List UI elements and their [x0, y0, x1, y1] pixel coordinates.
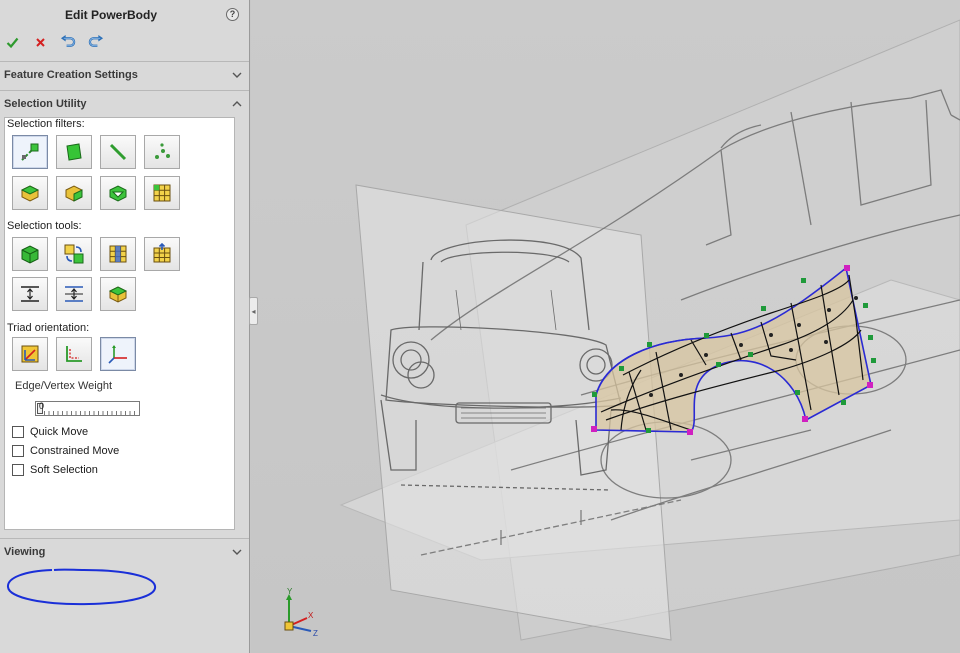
selection-tools-label: Selection tools: — [7, 220, 82, 232]
triad-x-label: X — [308, 611, 314, 620]
panel-title: Edit PowerBody — [64, 8, 157, 22]
annotation-ellipse — [7, 568, 157, 606]
slider-ticks — [44, 411, 138, 415]
quick-move-checkbox[interactable] — [12, 425, 24, 438]
section-selection-utility[interactable]: Selection Utility — [0, 93, 249, 115]
body-bottom-filter-icon — [109, 185, 127, 202]
face-filter-icon — [66, 143, 82, 161]
filter-face-button[interactable] — [56, 135, 92, 169]
x-icon — [35, 37, 45, 47]
action-toolbar — [4, 32, 104, 52]
separator — [0, 90, 249, 91]
section-label: Selection Utility — [4, 98, 87, 110]
select-all-button[interactable] — [12, 237, 48, 271]
graphics-viewport[interactable]: Y X Z — [251, 0, 960, 653]
grow-selection-button[interactable] — [56, 237, 92, 271]
body-top-filter-icon — [20, 185, 40, 202]
select-row-button[interactable] — [144, 237, 180, 271]
grid-filter-icon — [153, 184, 171, 202]
property-manager-panel: Edit PowerBody ? Feature Creation Settin… — [0, 0, 250, 653]
selection-utility-content: Selection filters: Selection tools: Tria… — [4, 117, 235, 530]
triad-global-button[interactable] — [12, 337, 48, 371]
triad-local-icon — [66, 346, 82, 362]
invert-selection-button[interactable] — [100, 277, 136, 311]
grid-column-icon — [109, 245, 127, 263]
undo-icon — [60, 34, 76, 47]
selection-filters-label: Selection filters: — [7, 118, 85, 130]
section-viewing[interactable]: Viewing — [0, 541, 249, 563]
edge-vertex-filter-icon — [21, 143, 39, 161]
triad-view-icon — [108, 345, 127, 364]
quick-move-label: Quick Move — [30, 425, 89, 438]
edge-vertex-weight-slider[interactable]: 0 — [35, 401, 140, 416]
triad-y-label: Y — [287, 587, 293, 596]
body-invert-icon — [108, 286, 128, 303]
view-triad: Y X Z — [284, 587, 318, 638]
chevron-down-icon — [231, 64, 243, 86]
grid-row-icon — [153, 243, 171, 263]
filter-edge-button[interactable] — [100, 135, 136, 169]
separator — [0, 61, 249, 62]
help-icon[interactable]: ? — [226, 8, 239, 21]
filter-body-top-button[interactable] — [12, 176, 48, 210]
grid-arrows-icon — [64, 244, 84, 264]
expand-selection-button[interactable] — [56, 277, 92, 311]
panel-splitter-handle[interactable]: ◂ — [249, 297, 258, 325]
filter-body-side-button[interactable] — [56, 176, 92, 210]
body-side-filter-icon — [65, 185, 83, 202]
triad-z-label: Z — [313, 629, 318, 638]
triad-global-icon — [21, 345, 39, 363]
filter-grid-button[interactable] — [144, 176, 180, 210]
constrained-move-checkbox-row[interactable]: Constrained Move — [12, 443, 119, 458]
filter-body-bottom-button[interactable] — [100, 176, 136, 210]
edge-vertex-weight-label: Edge/Vertex Weight — [15, 380, 113, 392]
filter-vertex-button[interactable] — [144, 135, 180, 169]
triad-local-button[interactable] — [56, 337, 92, 371]
vertex-filter-icon — [155, 143, 170, 159]
constrained-move-label: Constrained Move — [30, 444, 120, 457]
slider-value: 0 — [39, 401, 45, 411]
soft-selection-checkbox-row[interactable]: Soft Selection — [12, 462, 98, 477]
redo-button[interactable] — [88, 34, 104, 50]
chevron-up-icon — [231, 93, 243, 115]
ok-button[interactable] — [4, 34, 20, 50]
cancel-button[interactable] — [32, 34, 48, 50]
section-label: Feature Creation Settings — [4, 69, 138, 81]
triad-orientation-label: Triad orientation: — [7, 322, 90, 334]
chevron-down-icon — [231, 541, 243, 563]
redo-icon — [88, 34, 104, 47]
section-feature-creation-settings[interactable]: Feature Creation Settings — [0, 64, 249, 86]
triad-view-button[interactable] — [100, 337, 136, 371]
section-label: Viewing — [4, 546, 46, 558]
separator — [0, 538, 249, 539]
select-loop-button[interactable] — [100, 237, 136, 271]
undo-button[interactable] — [60, 34, 76, 50]
model-scene — [339, 19, 960, 641]
quick-move-checkbox-row[interactable]: Quick Move — [12, 424, 88, 439]
shrink-icon — [21, 286, 39, 302]
check-icon — [6, 37, 18, 48]
constrained-move-checkbox[interactable] — [12, 444, 24, 457]
soft-selection-checkbox[interactable] — [12, 463, 24, 476]
soft-selection-label: Soft Selection — [30, 463, 98, 476]
expand-icon — [65, 286, 83, 302]
cube-icon — [21, 245, 39, 264]
filter-edge-vertex-button[interactable] — [12, 135, 48, 169]
shrink-selection-button[interactable] — [12, 277, 48, 311]
edge-filter-icon — [109, 143, 127, 161]
